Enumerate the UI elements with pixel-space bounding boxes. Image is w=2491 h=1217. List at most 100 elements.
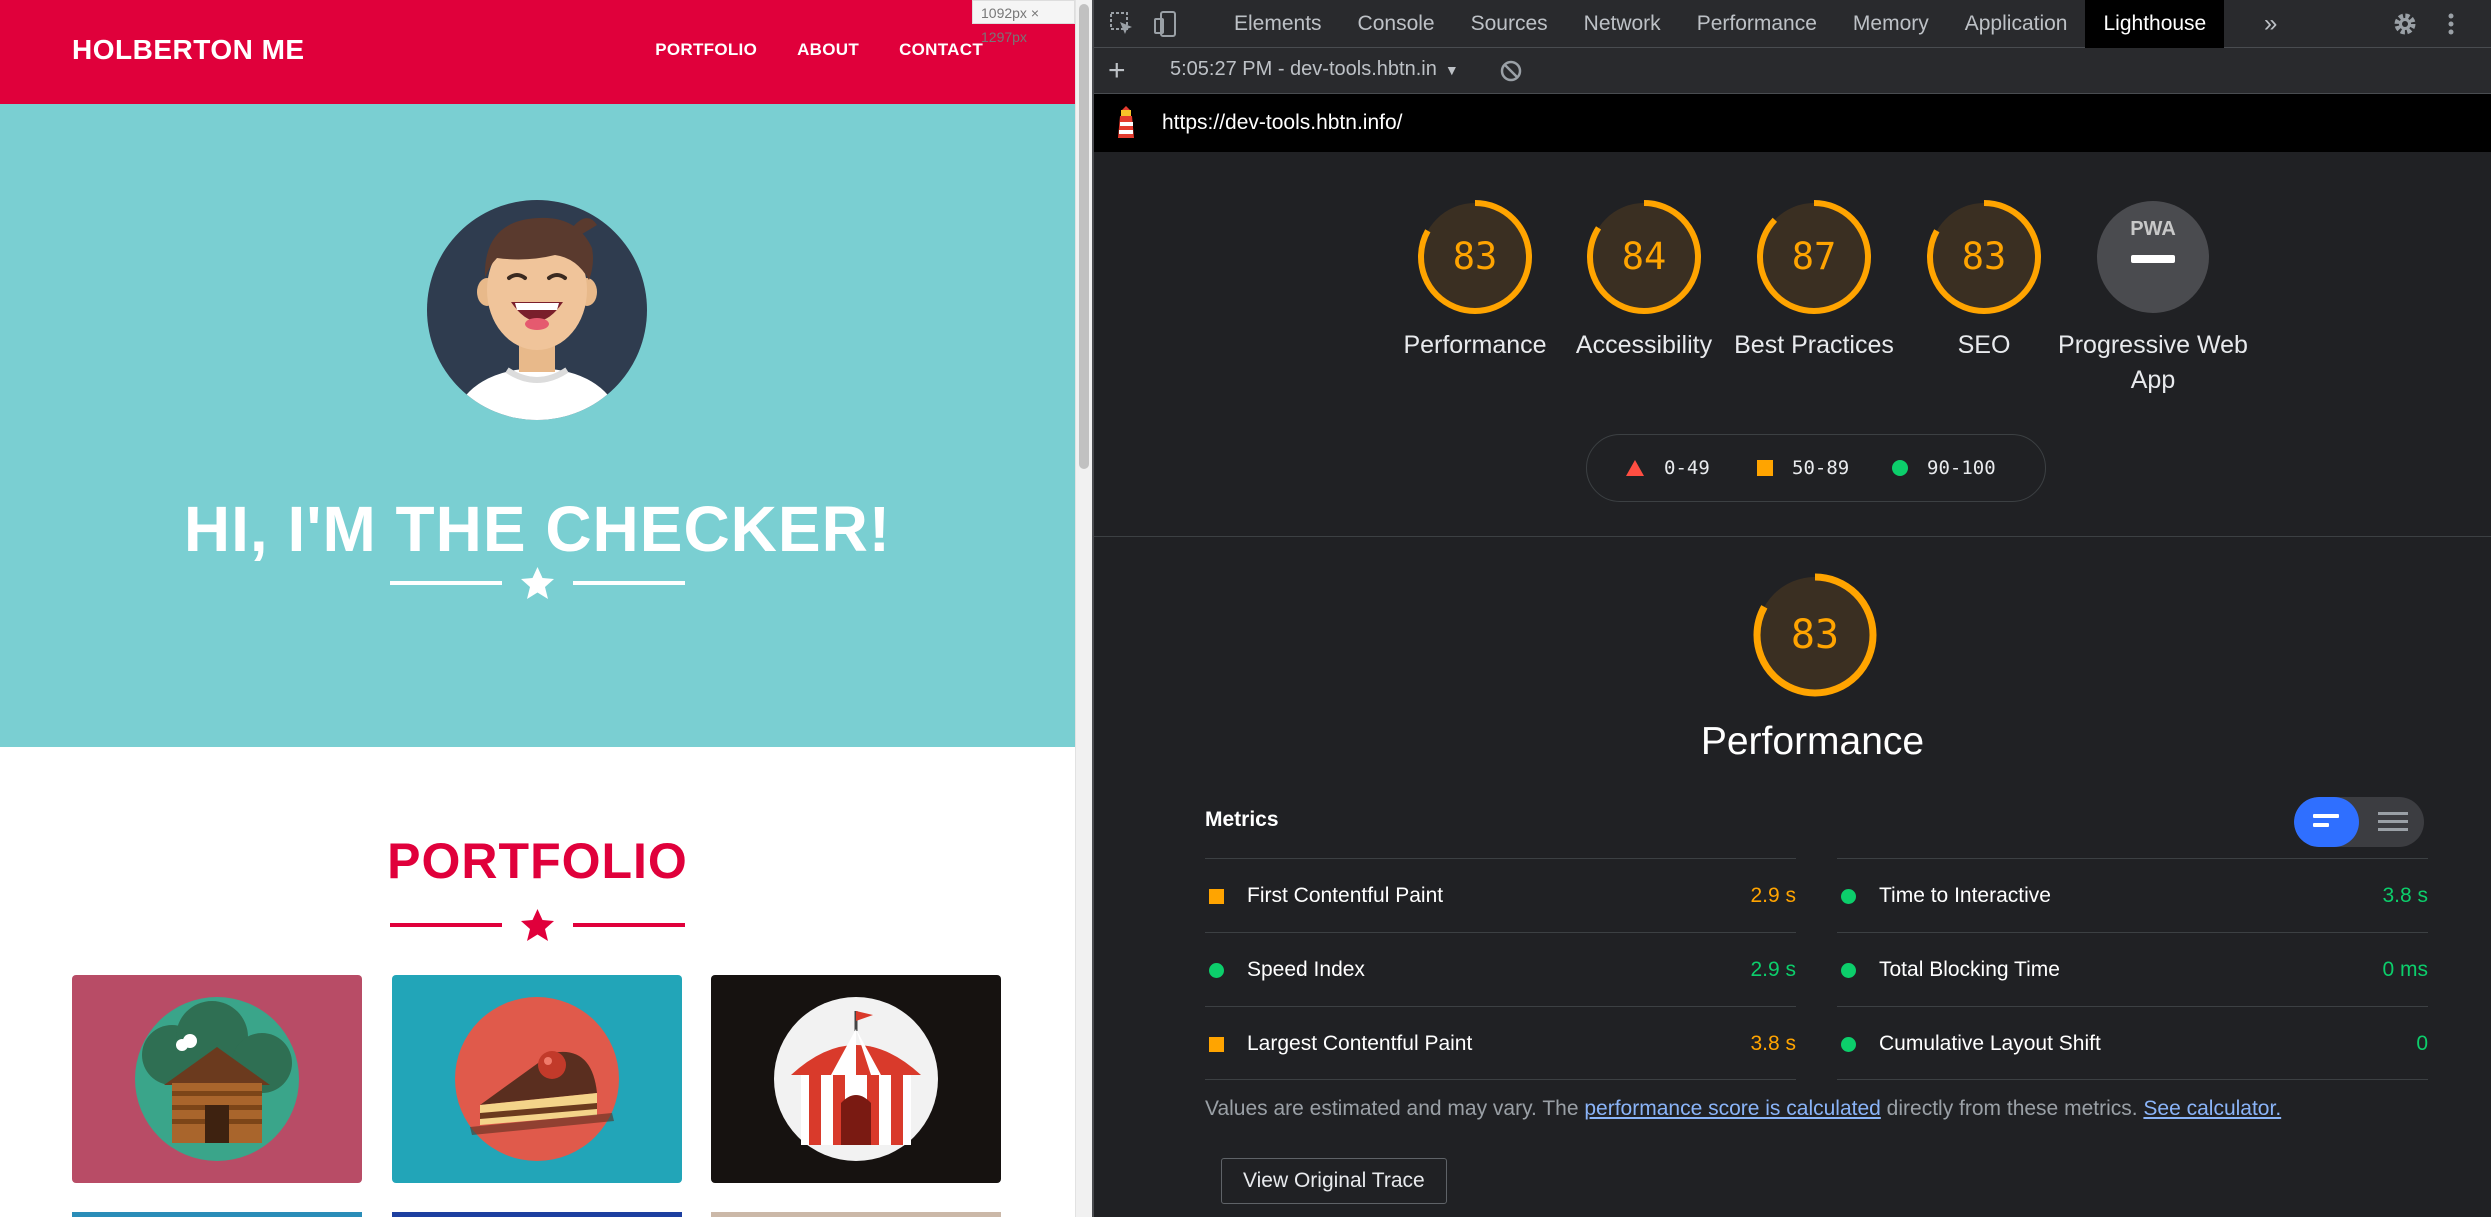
metrics-column-right: Time to Interactive 3.8 s Total Blocking…	[1837, 858, 2428, 1080]
website-scrollbar-thumb[interactable]	[1079, 4, 1089, 469]
pass-circle-icon	[1841, 1037, 1856, 1052]
pwa-badge-icon: PWA	[2097, 201, 2209, 313]
devtools-panel: Elements Console Sources Network Perform…	[1094, 0, 2491, 1217]
portfolio-tile-row2-2[interactable]	[392, 1212, 682, 1217]
performance-title: Performance	[1700, 720, 1925, 763]
cabin-illustration	[135, 997, 299, 1161]
legend-fail-range: 0-49	[1664, 457, 1710, 479]
gauge-label-accessibility: Accessibility	[1575, 331, 1713, 359]
report-select-label: 5:05:27 PM - dev-tools.hbtn.in	[1170, 58, 1437, 80]
website-preview: HOLBERTON ME PORTFOLIO ABOUT CONTACT HI,…	[0, 0, 1075, 1217]
metric-time-to-interactive: Time to Interactive 3.8 s	[1837, 858, 2428, 932]
metric-value: 2.9 s	[1750, 884, 1796, 907]
portfolio-star-divider	[390, 909, 685, 941]
metric-value: 0 ms	[2382, 958, 2428, 981]
average-square-icon	[1757, 460, 1773, 476]
gear-icon[interactable]	[2391, 10, 2419, 38]
tab-application[interactable]: Application	[1947, 0, 2086, 48]
metric-value: 2.9 s	[1750, 958, 1796, 981]
circus-tent-illustration	[774, 997, 938, 1161]
note-middle: directly from these metrics.	[1880, 1097, 2144, 1120]
metric-value: 3.8 s	[2382, 884, 2428, 907]
section-separator	[1094, 536, 2491, 537]
lighthouse-toolbar: + 5:05:27 PM - dev-tools.hbtn.in ▼	[1094, 48, 2491, 94]
chevron-down-icon: ▼	[1444, 62, 1459, 78]
metric-name: Total Blocking Time	[1879, 958, 2060, 981]
expanded-view-icon	[2378, 812, 2408, 831]
fail-triangle-icon	[1626, 460, 1644, 476]
gauge-score: 83	[1961, 235, 2007, 278]
metric-name: First Contentful Paint	[1247, 884, 1444, 907]
gauge-score: 84	[1621, 235, 1667, 278]
metrics-column-left: First Contentful Paint 2.9 s Speed Index…	[1205, 858, 1796, 1080]
tab-sources[interactable]: Sources	[1453, 0, 1566, 48]
metric-name: Time to Interactive	[1879, 884, 2051, 907]
legend-average-range: 50-89	[1792, 457, 1850, 479]
cake-illustration	[455, 997, 619, 1161]
site-navbar: HOLBERTON ME PORTFOLIO ABOUT CONTACT	[0, 0, 1075, 104]
metric-value: 3.8 s	[1750, 1032, 1796, 1055]
clear-icon[interactable]	[1498, 58, 1524, 84]
legend-pass-range: 90-100	[1927, 457, 1996, 479]
site-brand[interactable]: HOLBERTON ME	[72, 34, 305, 66]
lighthouse-logo-icon	[1118, 106, 1134, 138]
portfolio-tile-cabin[interactable]	[72, 975, 362, 1183]
metric-cumulative-layout-shift: Cumulative Layout Shift 0	[1837, 1006, 2428, 1080]
report-url[interactable]: https://dev-tools.hbtn.info/	[1162, 111, 1402, 135]
score-legend: 0-49 50-89 90-100	[1586, 434, 2046, 502]
inspect-element-icon[interactable]	[1108, 10, 1136, 38]
kebab-menu-icon[interactable]	[2437, 10, 2465, 38]
website-scrollbar[interactable]	[1075, 0, 1092, 1217]
metric-total-blocking-time: Total Blocking Time 0 ms	[1837, 932, 2428, 1006]
average-square-icon	[1209, 889, 1224, 904]
note-prefix: Values are estimated and may vary. The	[1205, 1097, 1585, 1120]
tab-lighthouse[interactable]: Lighthouse	[2085, 0, 2225, 48]
metrics-view-toggle[interactable]	[2294, 797, 2424, 847]
metrics-note: Values are estimated and may vary. The p…	[1205, 1097, 2281, 1121]
portfolio-tile-cake[interactable]	[392, 975, 682, 1183]
compact-view-icon	[2313, 814, 2339, 827]
hero-section: HI, I'M THE CHECKER!	[0, 104, 1075, 747]
gauge-score: 83	[1452, 235, 1498, 278]
tab-console[interactable]: Console	[1340, 0, 1453, 48]
tab-elements[interactable]: Elements	[1216, 0, 1340, 48]
nav-link-contact[interactable]: CONTACT	[899, 40, 983, 60]
pwa-badge-text: PWA	[2130, 218, 2176, 240]
gauge-label-best-practices: Best Practices	[1734, 331, 1894, 359]
portfolio-tile-row2-3[interactable]	[711, 1212, 1001, 1217]
metric-name: Largest Contentful Paint	[1247, 1032, 1473, 1055]
device-toolbar-icon[interactable]	[1152, 10, 1180, 38]
report-url-bar: https://dev-tools.hbtn.info/	[1094, 94, 2491, 152]
new-report-icon[interactable]: +	[1108, 54, 1126, 88]
pass-circle-icon	[1841, 963, 1856, 978]
metric-largest-contentful-paint: Largest Contentful Paint 3.8 s	[1205, 1006, 1796, 1080]
performance-gauge: 83	[1750, 570, 1880, 700]
nav-link-portfolio[interactable]: PORTFOLIO	[655, 40, 757, 60]
see-calculator-link[interactable]: See calculator.	[2143, 1097, 2281, 1120]
viewport-size-badge: 1092px × 1297px	[972, 0, 1075, 45]
tab-memory[interactable]: Memory	[1835, 0, 1947, 48]
portfolio-tile-circus-tent[interactable]	[711, 975, 1001, 1183]
tab-network[interactable]: Network	[1566, 0, 1679, 48]
pass-circle-icon	[1892, 460, 1908, 476]
metric-name: Cumulative Layout Shift	[1879, 1032, 2101, 1055]
tab-performance[interactable]: Performance	[1679, 0, 1835, 48]
more-tabs-icon[interactable]: »	[2264, 10, 2277, 38]
performance-score: 83	[1790, 612, 1840, 658]
hero-star-divider	[390, 567, 685, 599]
metric-speed-index: Speed Index 2.9 s	[1205, 932, 1796, 1006]
gauge-label-pwa: Progressive Web App	[2058, 331, 2248, 394]
portfolio-title: PORTFOLIO	[387, 833, 688, 889]
pass-circle-icon	[1209, 963, 1224, 978]
report-select[interactable]: 5:05:27 PM - dev-tools.hbtn.in ▼	[1170, 58, 1459, 81]
nav-link-about[interactable]: ABOUT	[797, 40, 859, 60]
metric-value: 0	[2416, 1032, 2428, 1055]
score-calculated-link[interactable]: performance score is calculated	[1584, 1097, 1880, 1120]
view-original-trace-button[interactable]: View Original Trace	[1221, 1158, 1447, 1204]
hero-title: HI, I'M THE CHECKER!	[183, 493, 892, 565]
devtools-tabbar: Elements Console Sources Network Perform…	[1094, 0, 2491, 48]
portfolio-tile-row2-1[interactable]	[72, 1212, 362, 1217]
avatar	[427, 200, 647, 420]
average-square-icon	[1209, 1037, 1224, 1052]
metric-first-contentful-paint: First Contentful Paint 2.9 s	[1205, 858, 1796, 932]
